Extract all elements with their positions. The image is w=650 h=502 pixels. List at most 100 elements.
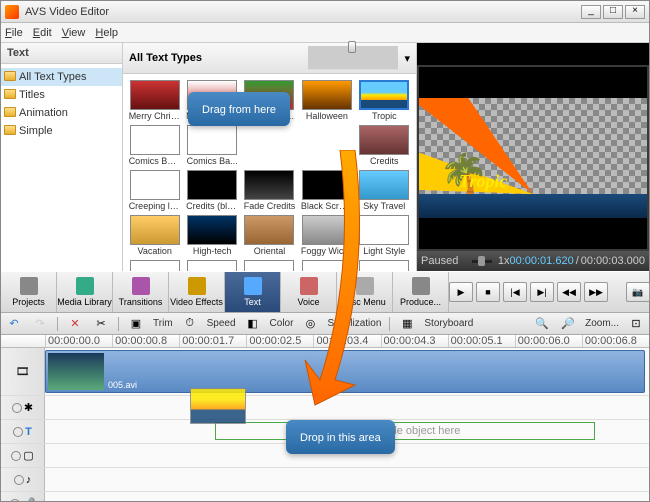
gallery-item[interactable]: Foggy Wick... xyxy=(299,215,354,256)
color-label[interactable]: Color xyxy=(270,318,294,329)
gallery-item[interactable]: Halloween xyxy=(299,80,354,121)
minimize-button[interactable]: _ xyxy=(581,5,601,19)
tool-text[interactable]: Text xyxy=(225,272,281,312)
gallery-label: Fade Credits xyxy=(243,201,295,211)
gallery-thumb: Text xyxy=(244,260,294,271)
fit-button[interactable]: ⊡ xyxy=(627,316,645,332)
color-icon[interactable]: ◧ xyxy=(244,316,262,332)
tree-item-simple[interactable]: Simple xyxy=(1,122,122,140)
menu-file[interactable]: File xyxy=(5,27,23,39)
storyboard-label[interactable]: Storyboard xyxy=(424,318,473,329)
gallery-item[interactable]: Oriental xyxy=(242,215,297,256)
gallery-item[interactable]: High-tech xyxy=(184,215,239,256)
gallery-item[interactable]: Text xyxy=(299,260,354,271)
ruler-tick: 00:00:02.5 xyxy=(246,335,313,347)
maximize-button[interactable]: □ xyxy=(603,5,623,19)
menu-help[interactable]: Help xyxy=(95,27,118,39)
prev-frame-button[interactable]: |◀ xyxy=(503,282,527,302)
timeline: 00:00:00.000:00:00.800:00:01.700:00:02.5… xyxy=(1,335,649,501)
gallery-item[interactable]: Black Screen... xyxy=(299,170,354,211)
trim-icon[interactable]: ▣ xyxy=(127,316,145,332)
storyboard-icon[interactable]: ▦ xyxy=(398,316,416,332)
gallery-thumb xyxy=(130,125,180,155)
tool-voice[interactable]: Voice xyxy=(281,272,337,312)
split-button[interactable]: ✂ xyxy=(92,316,110,332)
gallery-thumb xyxy=(187,170,237,200)
app-title: AVS Video Editor xyxy=(25,6,579,18)
visibility-toggle[interactable] xyxy=(11,451,21,461)
next-frame-button[interactable]: ▶| xyxy=(530,282,554,302)
redo-button[interactable]: ↷ xyxy=(31,316,49,332)
tree-item-titles[interactable]: Titles xyxy=(1,86,122,104)
zoom-label[interactable]: Zoom... xyxy=(585,318,619,329)
sea-decoration xyxy=(419,194,647,218)
stabilization-icon[interactable]: ◎ xyxy=(301,316,319,332)
delete-button[interactable]: ✕ xyxy=(66,316,84,332)
gallery-item[interactable]: Text xyxy=(357,260,412,271)
effects-track[interactable]: ✱ xyxy=(1,396,649,420)
ruler-tick: 00:00:05.1 xyxy=(448,335,515,347)
speed-slider[interactable] xyxy=(472,260,492,263)
forward-button[interactable]: ▶▶ xyxy=(584,282,608,302)
tree-item-all[interactable]: All Text Types xyxy=(1,68,122,86)
tool-projects[interactable]: Projects xyxy=(1,272,57,312)
gallery-item[interactable]: Merry Christ... xyxy=(127,80,182,121)
ruler-tick: 00:00:06.0 xyxy=(515,335,582,347)
tool-media-library[interactable]: Media Library xyxy=(57,272,113,312)
trim-label[interactable]: Trim xyxy=(153,318,173,329)
gallery-item[interactable]: Credits xyxy=(357,125,412,166)
visibility-toggle[interactable] xyxy=(14,475,24,485)
zoom-in-button[interactable]: 🔎 xyxy=(559,316,577,332)
tool-produce-[interactable]: Produce... xyxy=(393,272,449,312)
speed-icon[interactable]: ⏱ xyxy=(181,316,199,332)
stop-button[interactable]: ■ xyxy=(476,282,500,302)
film-icon: 🎞 xyxy=(16,365,30,378)
tool-disc-menu[interactable]: Disc Menu xyxy=(337,272,393,312)
speed-label[interactable]: Speed xyxy=(207,318,236,329)
gallery-item[interactable]: Comics Ballo... xyxy=(127,125,182,166)
menu-edit[interactable]: Edit xyxy=(33,27,52,39)
gallery-label: Comics Ba... xyxy=(186,156,238,166)
tool-transitions[interactable]: Transitions xyxy=(113,272,169,312)
text-icon: T xyxy=(25,426,32,438)
visibility-toggle[interactable] xyxy=(13,427,23,437)
text-dropzone[interactable]: Drop a title object here xyxy=(215,422,595,440)
tool-video-effects[interactable]: Video Effects xyxy=(169,272,225,312)
audio-track[interactable]: ♪ xyxy=(1,468,649,492)
close-button[interactable]: × xyxy=(625,5,645,19)
thumb-size-slider[interactable] xyxy=(208,46,399,70)
visibility-toggle[interactable] xyxy=(12,403,22,413)
gallery-thumb xyxy=(302,80,352,110)
tree-item-animation[interactable]: Animation xyxy=(1,104,122,122)
zoom-out-button[interactable]: 🔍 xyxy=(533,316,551,332)
gallery-label: Oriental xyxy=(243,246,295,256)
snapshot-button[interactable]: 📷 xyxy=(626,282,650,302)
visibility-toggle[interactable] xyxy=(10,499,20,502)
menubar: File Edit View Help xyxy=(1,23,649,43)
play-button[interactable]: ▶ xyxy=(449,282,473,302)
gallery-item[interactable]: Text xyxy=(127,260,182,271)
gallery-item[interactable]: Fade Credits xyxy=(242,170,297,211)
preview-display: 🌴 Tropic xyxy=(419,98,647,218)
gallery-label: Sky Travel xyxy=(358,201,410,211)
gallery-menu-icon[interactable]: ▾ xyxy=(404,52,410,65)
gallery-item[interactable]: Sky Travel xyxy=(357,170,412,211)
audio-track-2[interactable]: 🎤 xyxy=(1,492,649,501)
gallery-item[interactable]: Vacation xyxy=(127,215,182,256)
rewind-button[interactable]: ◀◀ xyxy=(557,282,581,302)
transitions-icon xyxy=(132,277,150,295)
gallery-item[interactable]: Text xyxy=(184,260,239,271)
time-ruler[interactable]: 00:00:00.000:00:00.800:00:01.700:00:02.5… xyxy=(1,335,649,348)
video-clip[interactable]: 005.avi xyxy=(45,350,645,393)
video-track[interactable]: 🎞 005.avi xyxy=(1,348,649,396)
gallery-item[interactable]: Light Style xyxy=(357,215,412,256)
stabilization-label[interactable]: Stabilization xyxy=(327,318,381,329)
gallery-item[interactable]: Creeping line xyxy=(127,170,182,211)
gallery-item[interactable]: Credits (black) xyxy=(184,170,239,211)
gallery-item[interactable]: Comics Ba... xyxy=(184,125,239,166)
undo-button[interactable]: ↶ xyxy=(5,316,23,332)
gallery-item[interactable]: Text xyxy=(242,260,297,271)
disc-menu-icon xyxy=(356,277,374,295)
gallery-item[interactable]: Tropic xyxy=(357,80,412,121)
menu-view[interactable]: View xyxy=(62,27,86,39)
